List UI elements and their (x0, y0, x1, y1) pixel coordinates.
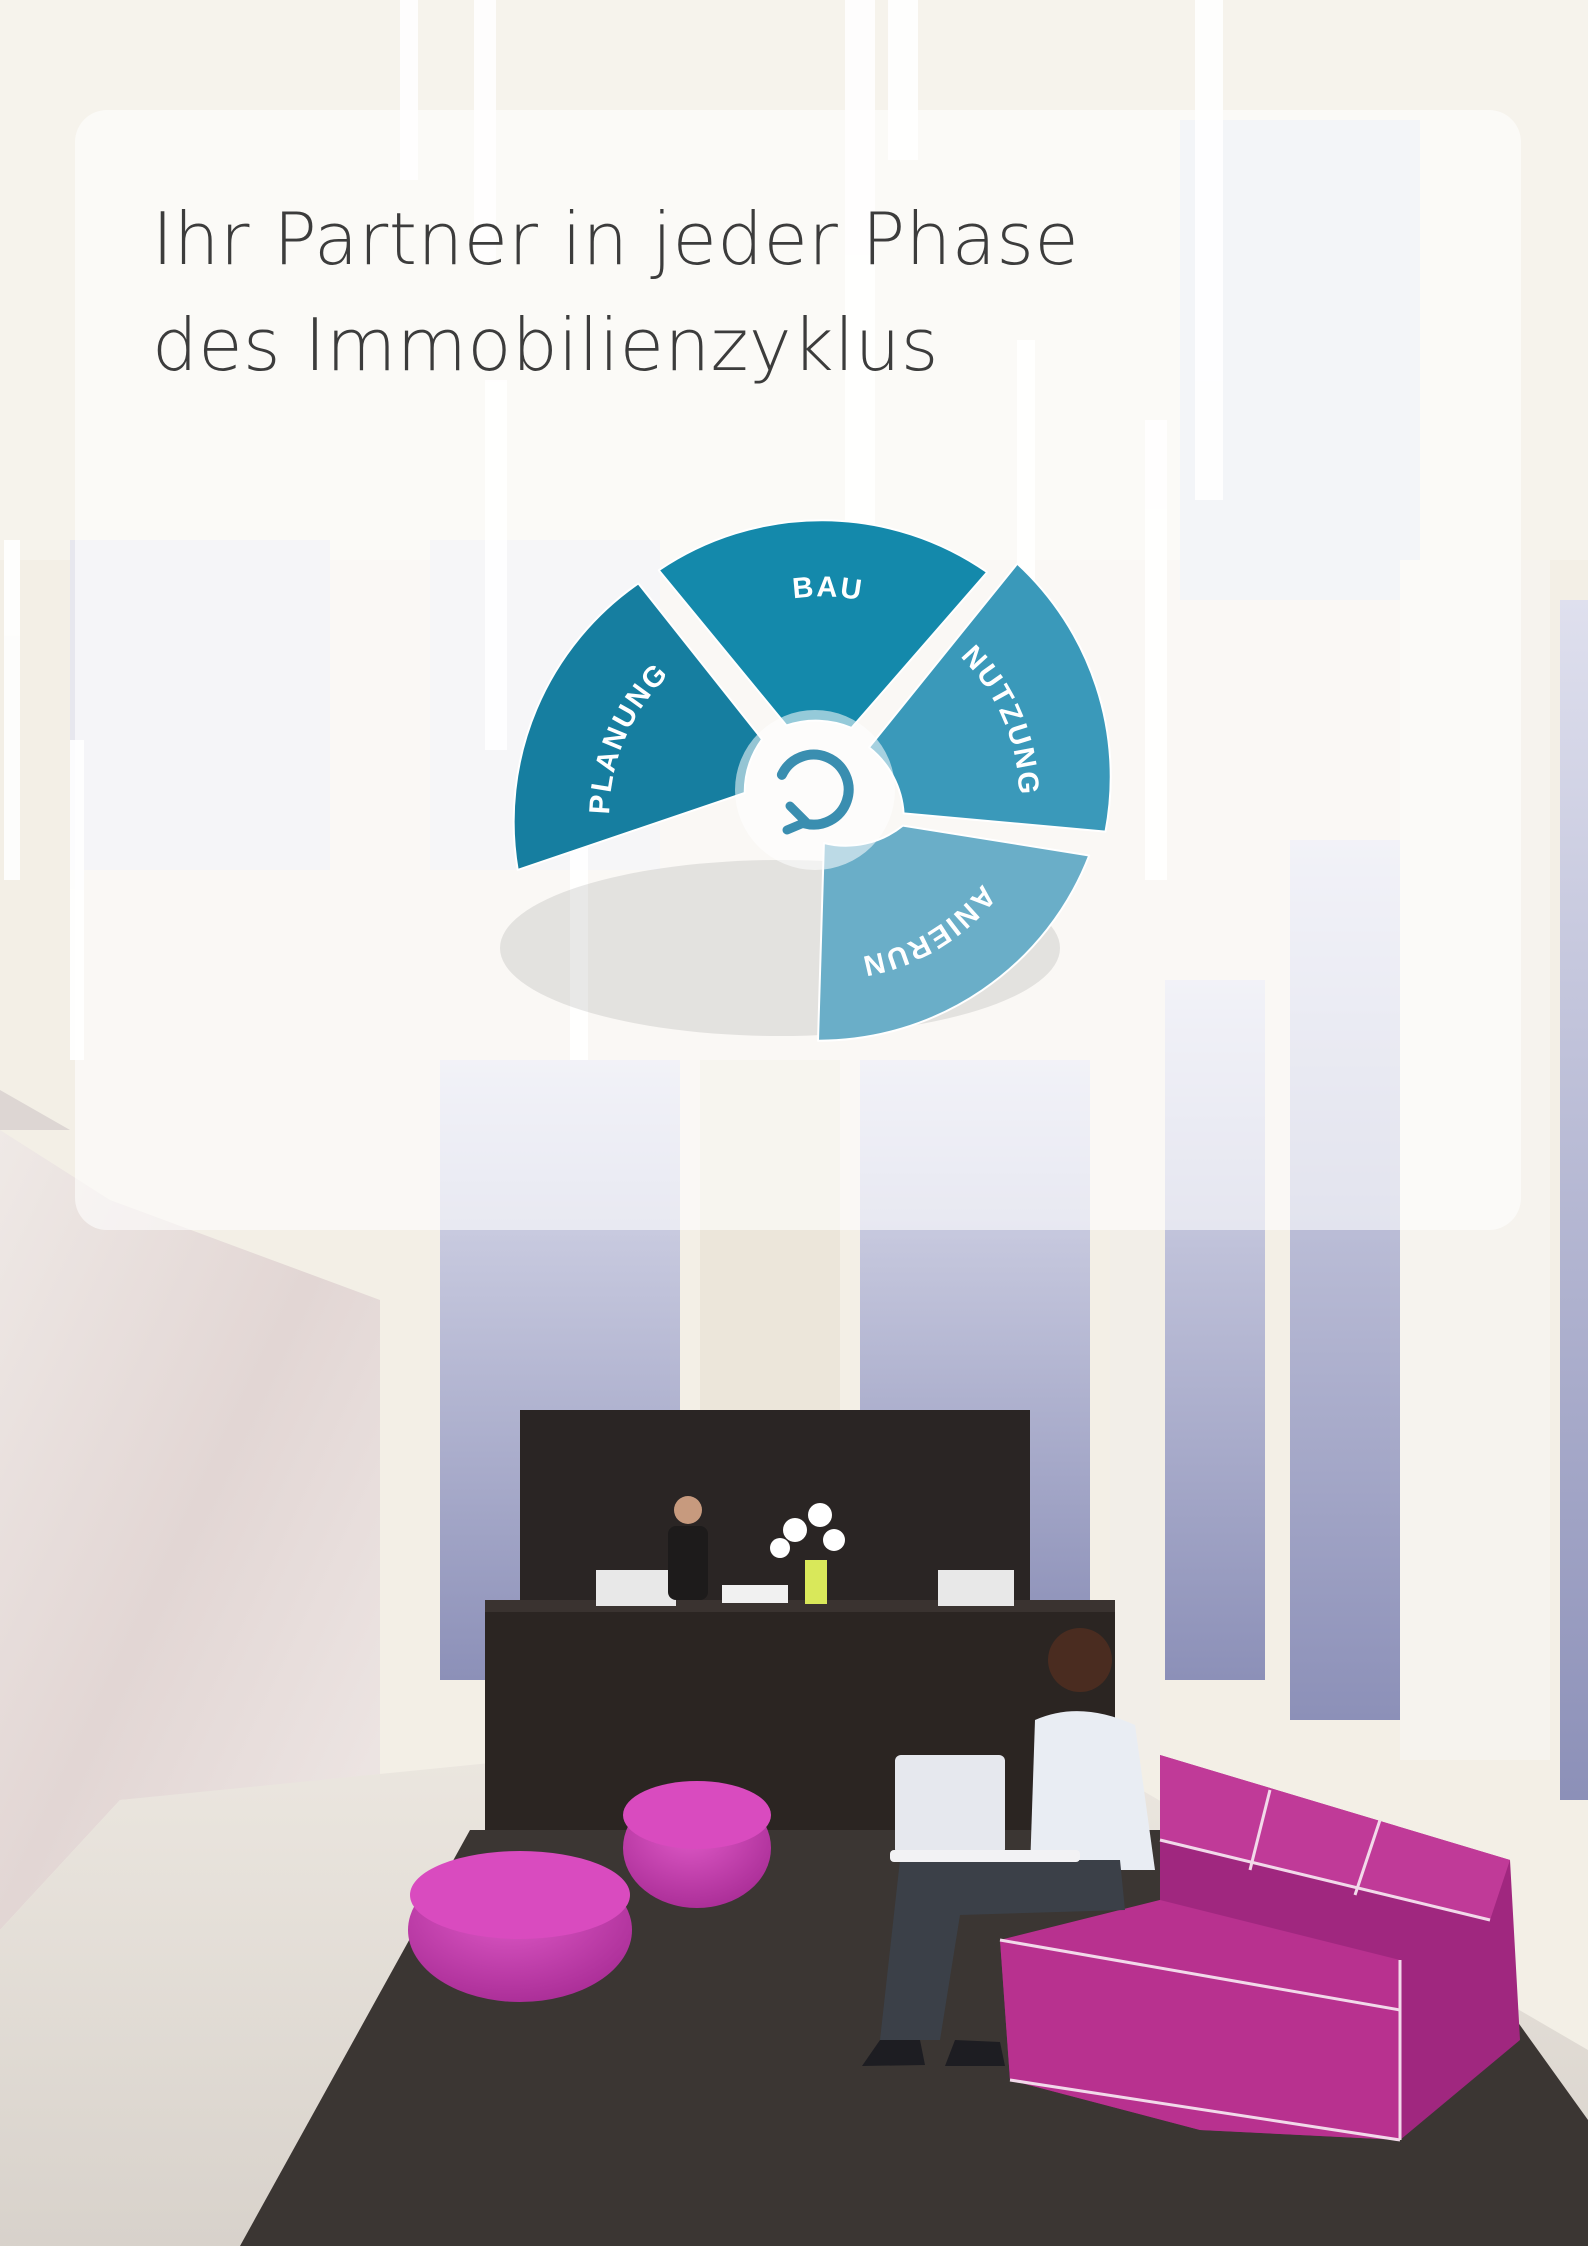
refresh-cycle-icon (735, 710, 895, 870)
page-title: Ihr Partner in jeder Phase des Immobilie… (152, 186, 1352, 398)
title-line-2: des Immobilienzyklus (152, 303, 939, 387)
title-line-1: Ihr Partner in jeder Phase (152, 197, 1080, 281)
label-bau: BAU (791, 571, 865, 607)
lifecycle-diagram: PLANUNG BAU NUTZUNG SANIERUNG (490, 490, 1112, 1042)
